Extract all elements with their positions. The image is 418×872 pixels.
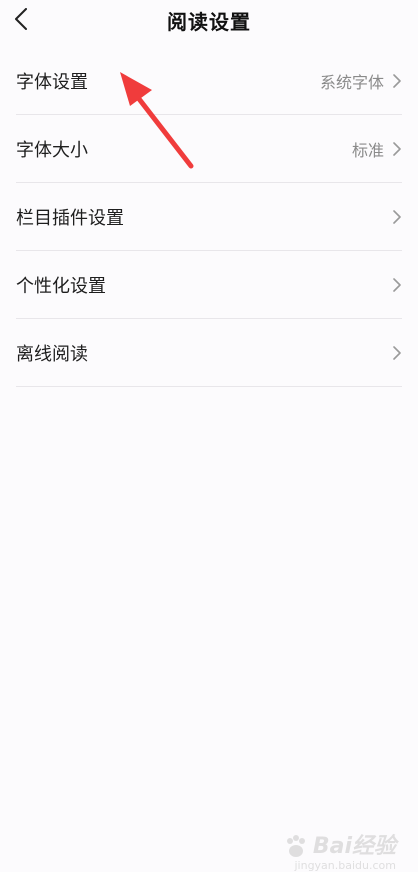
settings-item-column-plugins[interactable]: 栏目插件设置 (16, 183, 402, 251)
watermark: Bai经验 jingyan.baidu.com (283, 828, 396, 872)
settings-item-offline-reading[interactable]: 离线阅读 (16, 319, 402, 387)
settings-item-label: 字体大小 (16, 139, 88, 161)
settings-item-value: 标准 (351, 140, 384, 160)
settings-item-label: 离线阅读 (16, 343, 88, 365)
settings-item-value: 系统字体 (319, 72, 384, 92)
settings-item-font[interactable]: 字体设置 系统字体 (16, 47, 402, 115)
settings-item-label: 栏目插件设置 (16, 207, 124, 229)
chevron-right-icon (393, 141, 401, 156)
page-title: 阅读设置 (167, 10, 251, 34)
chevron-right-icon (393, 73, 401, 88)
watermark-url: jingyan.baidu.com (294, 859, 396, 872)
watermark-brand: Bai经验 (312, 834, 396, 859)
settings-item-font-size[interactable]: 字体大小 标准 (16, 115, 402, 183)
chevron-right-icon (393, 277, 401, 292)
header-bar: 阅读设置 (0, 0, 418, 40)
settings-item-label: 字体设置 (16, 71, 88, 93)
chevron-right-icon (393, 345, 401, 360)
paw-icon (286, 835, 305, 857)
settings-item-personalization[interactable]: 个性化设置 (16, 251, 402, 319)
settings-list: 字体设置 系统字体 字体大小 标准 栏目插件设置 个性化设置 离线阅读 (16, 47, 402, 387)
settings-item-label: 个性化设置 (16, 275, 106, 297)
chevron-right-icon (393, 209, 401, 224)
